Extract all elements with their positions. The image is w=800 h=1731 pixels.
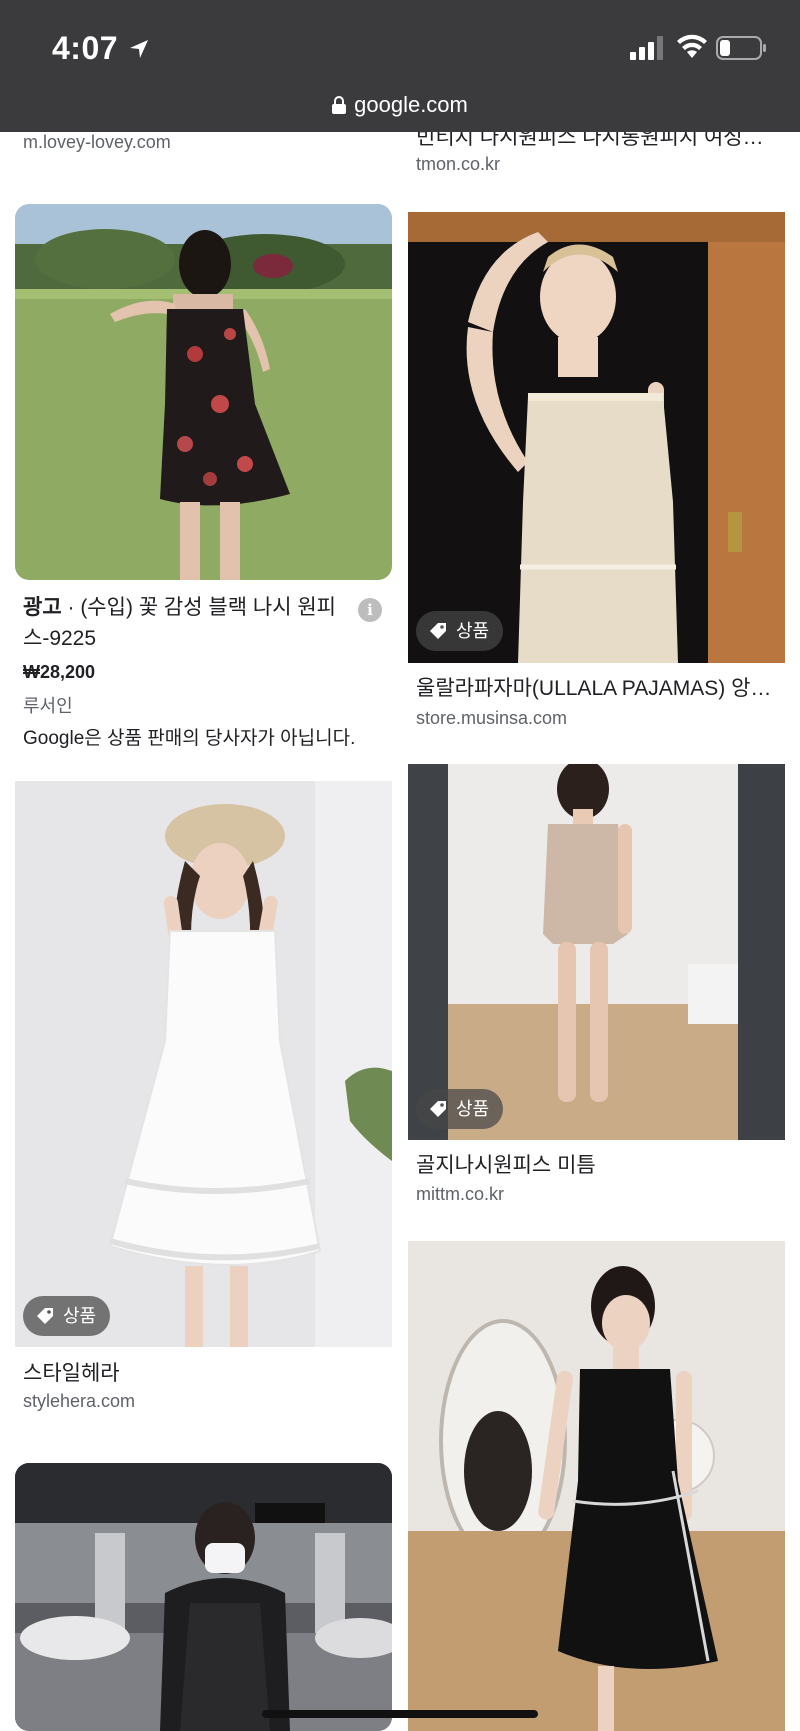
product-image[interactable]	[408, 212, 785, 663]
lock-icon	[332, 96, 347, 114]
ad-product-title[interactable]: 광고 · (수입) 꽃 감성 블랙 나시 원피스-9225	[23, 592, 353, 654]
ad-label: 광고	[23, 596, 62, 619]
browser-top-bar: 4:07 google.com	[0, 0, 800, 132]
product-tag-badge: 상품	[416, 611, 504, 651]
tag-icon	[430, 1101, 446, 1117]
product-image[interactable]	[408, 1241, 785, 1731]
signal-icon	[630, 36, 663, 60]
result-card[interactable]: 상품 스타일헤라 stylehera.com	[15, 781, 392, 1411]
status-time: 4:07	[52, 30, 119, 66]
ad-separator: ·	[61, 596, 81, 619]
result-card[interactable]: 상품 골지나시원피스 미틈 mittm.co.kr	[408, 764, 785, 1204]
result-card[interactable]: 상품 울랄라파자마(ULLALA PAJAMAS) 앙… store.musin…	[408, 212, 785, 732]
result-card[interactable]	[15, 1463, 392, 1731]
result-domain: stylehera.com	[23, 1391, 136, 1411]
tag-label: 상품	[456, 1099, 490, 1119]
product-image[interactable]	[15, 204, 392, 580]
ad-disclaimer: Google은 상품 판매의 당사자가 아닙니다.	[23, 728, 356, 749]
result-title: 울랄라파자마(ULLALA PAJAMAS) 앙…	[416, 677, 772, 700]
battery-icon	[716, 36, 766, 60]
ad-result-card[interactable]: 광고 · (수입) 꽃 감성 블랙 나시 원피스-9225 i ₩28,200 …	[15, 204, 392, 749]
info-icon[interactable]: i	[358, 598, 382, 622]
product-seller: 루서인	[23, 696, 73, 716]
result-card[interactable]: m.lovey-lovey.com	[15, 130, 392, 160]
tag-icon	[37, 1308, 53, 1324]
product-image[interactable]	[408, 764, 785, 1140]
result-domain: store.musinsa.com	[416, 708, 568, 728]
result-domain: mittm.co.kr	[416, 1184, 504, 1204]
result-card[interactable]	[408, 1241, 785, 1731]
result-domain: tmon.co.kr	[416, 154, 501, 174]
tag-label: 상품	[456, 621, 490, 641]
product-price: ₩28,200	[23, 662, 96, 682]
result-title: 골지나시원피스 미틈	[416, 1154, 596, 1177]
product-tag-badge: 상품	[23, 1296, 111, 1336]
wifi-icon	[677, 34, 707, 58]
product-image[interactable]	[15, 1463, 392, 1731]
result-domain: m.lovey-lovey.com	[23, 132, 171, 152]
url-domain: google.com	[354, 92, 468, 117]
product-tag-badge: 상품	[416, 1089, 504, 1129]
tag-icon	[430, 623, 446, 639]
tag-label: 상품	[63, 1306, 97, 1326]
home-indicator[interactable]	[262, 1710, 538, 1718]
address-bar[interactable]: google.com	[0, 92, 800, 118]
product-image[interactable]	[15, 781, 392, 1347]
result-title: 스타일헤라	[23, 1362, 120, 1385]
location-arrow-icon	[130, 40, 148, 58]
